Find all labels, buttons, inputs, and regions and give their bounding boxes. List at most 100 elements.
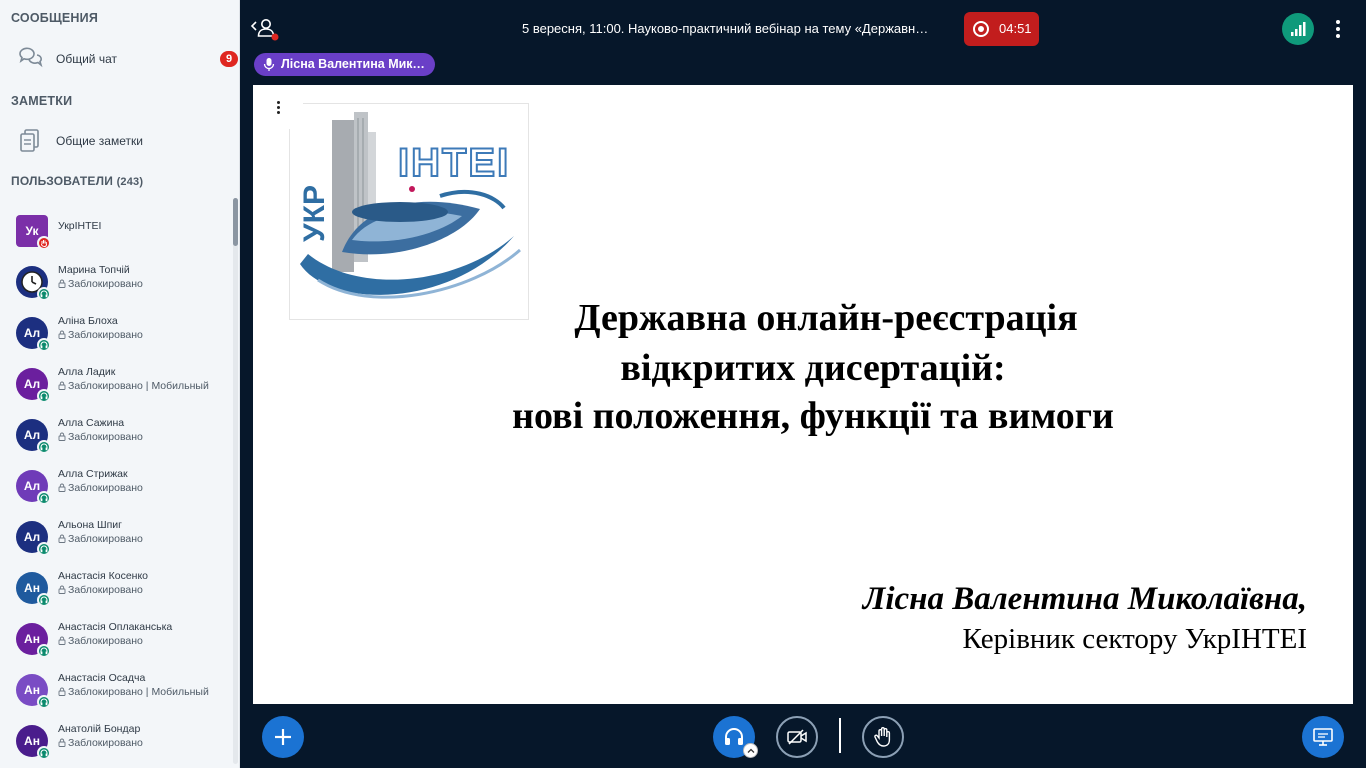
logo-text-intei: ІНТЕІ — [398, 141, 510, 185]
lock-icon — [58, 636, 66, 645]
listen-only-headset-icon — [37, 695, 51, 709]
user-list-item[interactable]: Ан Анастасія Осадча Заблокировано | Мобиль… — [0, 665, 232, 716]
user-name: Алла Ладик — [58, 366, 116, 378]
user-list-item[interactable]: Ал Алла Сажина Заблокировано — [0, 410, 232, 461]
lock-icon — [58, 279, 66, 288]
user-status: Заблокировано — [58, 278, 143, 290]
listen-only-headset-icon — [37, 287, 51, 301]
video-off-icon — [787, 729, 807, 745]
listen-only-headset-icon — [37, 542, 51, 556]
user-list-item[interactable]: Ал Альона Шпиг Заблокировано — [0, 512, 232, 563]
user-name: УкрІНТЕІ — [58, 220, 102, 232]
presentation-slide: УКР ІНТЕІ Державна онлайн-реєстрація від… — [253, 85, 1353, 704]
listen-only-headset-icon — [37, 746, 51, 760]
slide-title: Державна онлайн-реєстрація відкритих дис… — [463, 295, 1163, 439]
user-list-item[interactable]: Ал Алла Ладик Заблокировано | Мобильный — [0, 359, 232, 410]
talker-name: Лісна Валентина Миколаївна — [281, 57, 431, 71]
author-role: Керівник сектору УкрІНТЕІ — [962, 623, 1307, 655]
chat-bubbles-icon — [19, 47, 43, 68]
plus-icon — [275, 729, 291, 745]
user-name: Анатолій Бондар — [58, 723, 141, 735]
listen-only-headset-icon — [37, 389, 51, 403]
listen-only-headset-icon — [37, 440, 51, 454]
presentation-options-button[interactable] — [253, 85, 303, 129]
menu-dot — [277, 101, 280, 104]
user-list-item[interactable]: Ан Анастасія Косенко Заблокировано — [0, 563, 232, 614]
lock-icon — [58, 432, 66, 441]
user-name: Алла Сажина — [58, 417, 125, 429]
user-status-text: Заблокировано | Мобильный — [68, 686, 209, 698]
user-status-text: Заблокировано | Мобильный — [68, 380, 209, 392]
actions-button[interactable] — [262, 716, 304, 758]
shared-notes-item[interactable]: Общие заметки — [0, 121, 239, 161]
user-status-text: Заблокировано — [68, 329, 143, 341]
user-name: Анастасія Осадча — [58, 672, 146, 684]
user-status: Заблокировано — [58, 431, 143, 443]
microphone-icon — [263, 58, 275, 71]
presentation-screen-icon — [1313, 728, 1333, 746]
user-list-item[interactable]: Марина Топчій Заблокировано — [0, 257, 232, 308]
presentation-toggle-button[interactable] — [1302, 716, 1344, 758]
connection-status-button[interactable] — [1282, 13, 1314, 45]
listen-only-headset-icon — [37, 644, 51, 658]
user-list-icon — [250, 19, 279, 41]
user-list-item[interactable]: Ан Анастасія Оплаканська Заблокировано — [0, 614, 232, 665]
lock-icon — [58, 738, 66, 747]
raise-hand-button[interactable] — [862, 716, 904, 758]
user-status-text: Заблокировано — [68, 584, 143, 596]
record-icon — [973, 21, 989, 37]
user-list-item[interactable]: Ал Алла Стрижак Заблокировано — [0, 461, 232, 512]
user-status: Заблокировано — [58, 533, 143, 545]
user-name: Алла Стрижак — [58, 468, 128, 480]
user-status-text: Заблокировано — [68, 482, 143, 494]
recording-button[interactable]: 04:51 — [964, 12, 1039, 46]
slide-title-line-3: нові положення, функції та вимоги — [512, 395, 1114, 437]
user-name: Анастасія Оплаканська — [58, 621, 173, 633]
unread-count-badge: 9 — [220, 51, 238, 67]
users-count: (243) — [116, 176, 144, 188]
audio-options-button[interactable] — [743, 743, 758, 758]
menu-dot — [277, 106, 280, 109]
user-status: Заблокировано — [58, 584, 143, 596]
user-list-item[interactable]: Ук УкрІНТЕІ — [0, 206, 232, 257]
user-status: Заблокировано — [58, 635, 143, 647]
user-list-item[interactable]: Ал Аліна Блоха Заблокировано — [0, 308, 232, 359]
raised-hand-badge-icon — [37, 236, 51, 250]
share-webcam-button[interactable] — [776, 716, 818, 758]
bottom-toolbar — [240, 704, 1366, 768]
listen-only-headset-icon — [37, 338, 51, 352]
toggle-userlist-button[interactable] — [250, 15, 280, 41]
listen-only-headset-icon — [37, 491, 51, 505]
vertical-dots-icon — [1336, 20, 1340, 38]
user-name: Анастасія Косенко — [58, 570, 149, 582]
lock-icon — [58, 534, 66, 543]
user-list-item[interactable]: Ан Анатолій Бондар Заблокировано — [0, 716, 232, 767]
headphones-icon — [725, 728, 743, 745]
user-list-scrollbar[interactable] — [233, 198, 238, 764]
user-status-text: Заблокировано — [68, 431, 143, 443]
meeting-title: 5 вересня, 11:00. Науково-практичний веб… — [522, 21, 934, 36]
messages-section-title: СООБЩЕНИЯ — [11, 11, 99, 25]
listen-only-headset-icon — [37, 593, 51, 607]
user-status: Заблокировано — [58, 737, 143, 749]
shared-notes-label: Общие заметки — [56, 134, 143, 148]
top-bar: 5 вересня, 11:00. Науково-практичний веб… — [240, 0, 1366, 85]
lock-icon — [58, 585, 66, 594]
user-name: Альона Шпиг — [58, 519, 122, 531]
options-menu-button[interactable] — [1330, 14, 1346, 44]
user-status-text: Заблокировано — [68, 635, 143, 647]
author-name: Лісна Валентина Миколаївна, — [862, 581, 1307, 617]
slide-title-line-1: Державна онлайн-реєстрація — [574, 297, 1078, 339]
menu-dot — [277, 111, 280, 114]
scrollbar-thumb[interactable] — [233, 198, 238, 246]
user-status: Заблокировано | Мобильный — [58, 380, 209, 392]
public-chat-item[interactable]: Общий чат 9 — [0, 39, 239, 79]
user-name: Аліна Блоха — [58, 315, 118, 327]
ukrintei-logo: УКР ІНТЕІ — [289, 103, 529, 320]
user-status-text: Заблокировано — [68, 533, 143, 545]
user-status-text: Заблокировано — [68, 737, 143, 749]
lock-icon — [58, 687, 66, 696]
talking-indicator[interactable]: Лісна Валентина Миколаївна — [254, 53, 435, 76]
logo-text-ukr: УКР — [298, 185, 331, 242]
notes-section-title: ЗАМЕТКИ — [11, 94, 73, 108]
